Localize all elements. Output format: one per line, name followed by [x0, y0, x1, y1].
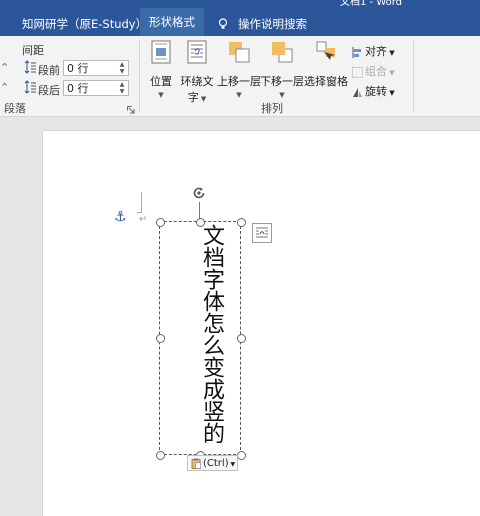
resize-handle-bottom-left[interactable]: [156, 451, 165, 460]
layout-options-icon: [256, 227, 268, 238]
resize-handle-top-right[interactable]: [237, 218, 246, 227]
anchor-icon[interactable]: ⚓: [114, 209, 127, 225]
resize-handle-left[interactable]: [156, 334, 165, 343]
space-before-value: 0 行: [67, 62, 89, 75]
ribbon-tabs: 知网研学（原E-Study） 形状格式 操作说明搜索: [0, 8, 480, 36]
tab-cnki[interactable]: 知网研学（原E-Study）: [22, 16, 147, 32]
paste-options-button[interactable]: (Ctrl) ▼: [187, 455, 238, 471]
position-label: 位置: [150, 75, 172, 88]
position-button[interactable]: 位置 ▼: [148, 40, 174, 99]
group-separator: [413, 40, 414, 112]
space-before-input[interactable]: 0 行 ▲ ▼: [63, 60, 129, 76]
paragraph-mark-icon: ↵: [139, 214, 148, 225]
group-icon: [352, 66, 363, 78]
selection-pane-button[interactable]: 选择窗格: [304, 40, 348, 89]
margin-corner-mark: [137, 192, 142, 213]
indent-spin-stub[interactable]: ⌃: [0, 61, 9, 74]
chevron-down-icon: ▼: [279, 91, 285, 99]
bring-forward-button[interactable]: 上移一层 ▼: [217, 40, 261, 99]
clipboard-icon: [191, 458, 201, 469]
layout-options-button[interactable]: [252, 223, 272, 243]
resize-handle-top-left[interactable]: [156, 218, 165, 227]
selection-pane-icon: [316, 41, 335, 60]
send-backward-button[interactable]: 下移一层 ▼: [260, 40, 304, 99]
selection-pane-label: 选择窗格: [304, 75, 348, 88]
rotate-handle-icon[interactable]: [192, 186, 206, 200]
chevron-down-icon: ▼: [236, 91, 242, 99]
wrap-text-label: 环绕文 字 ▼: [180, 73, 214, 105]
space-before-label: 段前: [38, 64, 60, 77]
position-icon: [151, 40, 171, 64]
space-after-label: 段后: [38, 84, 60, 97]
align-button[interactable]: 对齐 ▼: [352, 43, 395, 59]
align-icon: [352, 46, 361, 58]
dialog-launcher-icon[interactable]: [127, 106, 135, 114]
textbox-vertical-text[interactable]: 文档字体怎么变成竖的: [190, 224, 224, 444]
window-title: 文档1 - Word: [340, 0, 403, 8]
wrap-text-icon: [187, 40, 207, 64]
arrange-group-label: 排列: [261, 102, 283, 115]
bring-forward-icon: [229, 42, 250, 63]
wrap-text-button[interactable]: 环绕文 字 ▼: [180, 40, 214, 105]
chevron-down-icon: ▼: [387, 69, 395, 77]
spin-arrows-icon[interactable]: ▲ ▼: [118, 61, 126, 75]
group-objects-button[interactable]: 组合 ▼: [352, 63, 395, 79]
title-bar: 文档1 - Word: [0, 0, 480, 8]
paste-options-label: (Ctrl): [203, 458, 229, 469]
chevron-down-icon: ▼: [158, 91, 164, 99]
chevron-down-icon: ▼: [228, 461, 236, 468]
resize-handle-right[interactable]: [237, 334, 246, 343]
rotate-button[interactable]: 旋转 ▼: [352, 83, 395, 99]
document-page[interactable]: [42, 130, 480, 516]
resize-handle-top[interactable]: [196, 218, 205, 227]
spin-arrows-icon[interactable]: ▲ ▼: [118, 81, 126, 95]
space-after-value: 0 行: [67, 82, 89, 95]
tell-me-search[interactable]: 操作说明搜索: [238, 16, 307, 32]
wrap-text-line2: 字: [187, 91, 199, 104]
indent-spin-stub-2[interactable]: ⌃: [0, 81, 9, 94]
resize-handle-bottom-right[interactable]: [237, 451, 246, 460]
chevron-down-icon: ▼: [387, 49, 395, 57]
space-before-icon: [24, 60, 36, 74]
chevron-down-icon: ▼: [387, 89, 395, 97]
lightbulb-icon: [218, 18, 228, 29]
space-after-icon: [24, 80, 36, 94]
tab-shape-format[interactable]: 形状格式: [140, 8, 204, 36]
ribbon: 间距 ⌃ 段前 0 行 ▲ ▼ ⌃ 段后 0 行 ▲ ▼ 段落 位置 ▼ 环绕文…: [0, 36, 480, 117]
rotate-icon: [353, 87, 362, 97]
group-separator: [139, 40, 140, 112]
send-backward-icon: [272, 42, 293, 63]
bring-forward-label: 上移一层: [217, 75, 261, 88]
paragraph-group-label: 段落: [4, 102, 26, 115]
rotate-label: 旋转: [365, 85, 387, 98]
wrap-text-line1: 环绕文: [180, 75, 214, 88]
group-label: 组合: [365, 65, 387, 78]
chevron-down-icon: ▼: [198, 95, 207, 103]
wrap-text-line2-row: 字 ▼: [180, 89, 214, 105]
spacing-title: 间距: [22, 44, 44, 57]
align-label: 对齐: [365, 45, 387, 58]
send-backward-label: 下移一层: [260, 75, 304, 88]
space-after-input[interactable]: 0 行 ▲ ▼: [63, 80, 129, 96]
